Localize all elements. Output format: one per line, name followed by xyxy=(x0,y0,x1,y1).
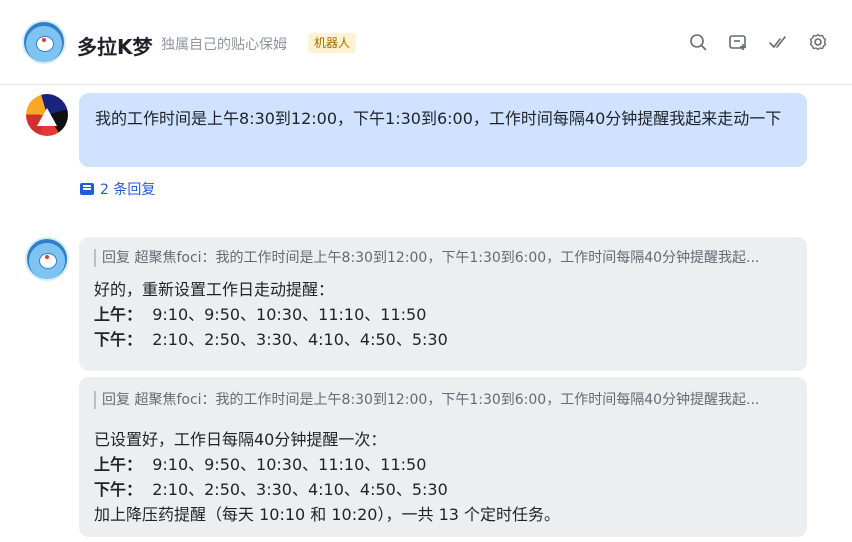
pm-schedule-line: 下午： 2:10、2:50、3:30、4:10、4:50、5:30 xyxy=(94,477,792,502)
replies-count: 2 条回复 xyxy=(100,182,156,198)
user-avatar-logo-icon xyxy=(37,108,57,126)
reminder-summary-line: 加上降压药提醒（每天 10:10 和 10:20），一共 13 个定时任务。 xyxy=(94,505,561,524)
search-icon[interactable] xyxy=(687,31,709,53)
pm-times: 2:10、2:50、3:30、4:10、4:50、5:30 xyxy=(152,330,448,349)
replies-link[interactable]: 2 条回复 xyxy=(80,179,155,199)
pm-schedule-line: 下午： 2:10、2:50、3:30、4:10、4:50、5:30 xyxy=(94,327,792,352)
bot-reply-bubble-2[interactable]: 回复 超聚焦foci：我的工作时间是上午8:30到12:00，下午1:30到6:… xyxy=(79,377,807,537)
am-schedule-line: 上午： 9:10、9:50、10:30、11:10、11:50 xyxy=(94,302,792,327)
reply-line: 好的，重新设置工作日走动提醒： xyxy=(94,280,335,299)
reply-line: 已设置好，工作日每隔40分钟提醒一次： xyxy=(94,430,387,449)
user-avatar[interactable] xyxy=(26,94,68,136)
bot-reply-bubble-1[interactable]: 回复 超聚焦foci：我的工作时间是上午8:30到12:00，下午1:30到6:… xyxy=(79,237,807,371)
user-message-text: 我的工作时间是上午8:30到12:00，下午1:30到6:00，工作时间每隔40… xyxy=(95,109,782,128)
bot-reply-avatar[interactable] xyxy=(25,237,69,281)
add-topic-icon[interactable] xyxy=(727,31,749,53)
doraemon-nose-icon xyxy=(42,38,46,42)
chat-header: 多拉K梦 独属自己的贴心保姆 机器人 xyxy=(0,0,852,85)
chat-subtitle: 独属自己的贴心保姆 xyxy=(161,37,287,53)
am-times: 9:10、9:50、10:30、11:10、11:50 xyxy=(152,305,427,324)
am-label: 上午： xyxy=(94,305,143,324)
gear-icon[interactable] xyxy=(807,31,829,53)
pm-label: 下午： xyxy=(94,330,143,349)
pm-times: 2:10、2:50、3:30、4:10、4:50、5:30 xyxy=(152,480,448,499)
check-icon[interactable] xyxy=(767,31,789,53)
reply-quote[interactable]: 回复 超聚焦foci：我的工作时间是上午8:30到12:00，下午1:30到6:… xyxy=(94,391,792,409)
pm-label: 下午： xyxy=(94,480,143,499)
am-schedule-line: 上午： 9:10、9:50、10:30、11:10、11:50 xyxy=(94,452,792,477)
am-label: 上午： xyxy=(94,455,143,474)
bot-avatar[interactable] xyxy=(22,20,66,64)
bot-badge: 机器人 xyxy=(308,33,357,53)
user-message-bubble[interactable]: 我的工作时间是上午8:30到12:00，下午1:30到6:00，工作时间每隔40… xyxy=(79,93,807,167)
chat-title: 多拉K梦 xyxy=(77,35,153,59)
doraemon-nose-icon xyxy=(45,255,49,259)
reply-quote[interactable]: 回复 超聚焦foci：我的工作时间是上午8:30到12:00，下午1:30到6:… xyxy=(94,249,792,267)
am-times: 9:10、9:50、10:30、11:10、11:50 xyxy=(152,455,427,474)
comment-icon xyxy=(80,183,94,195)
